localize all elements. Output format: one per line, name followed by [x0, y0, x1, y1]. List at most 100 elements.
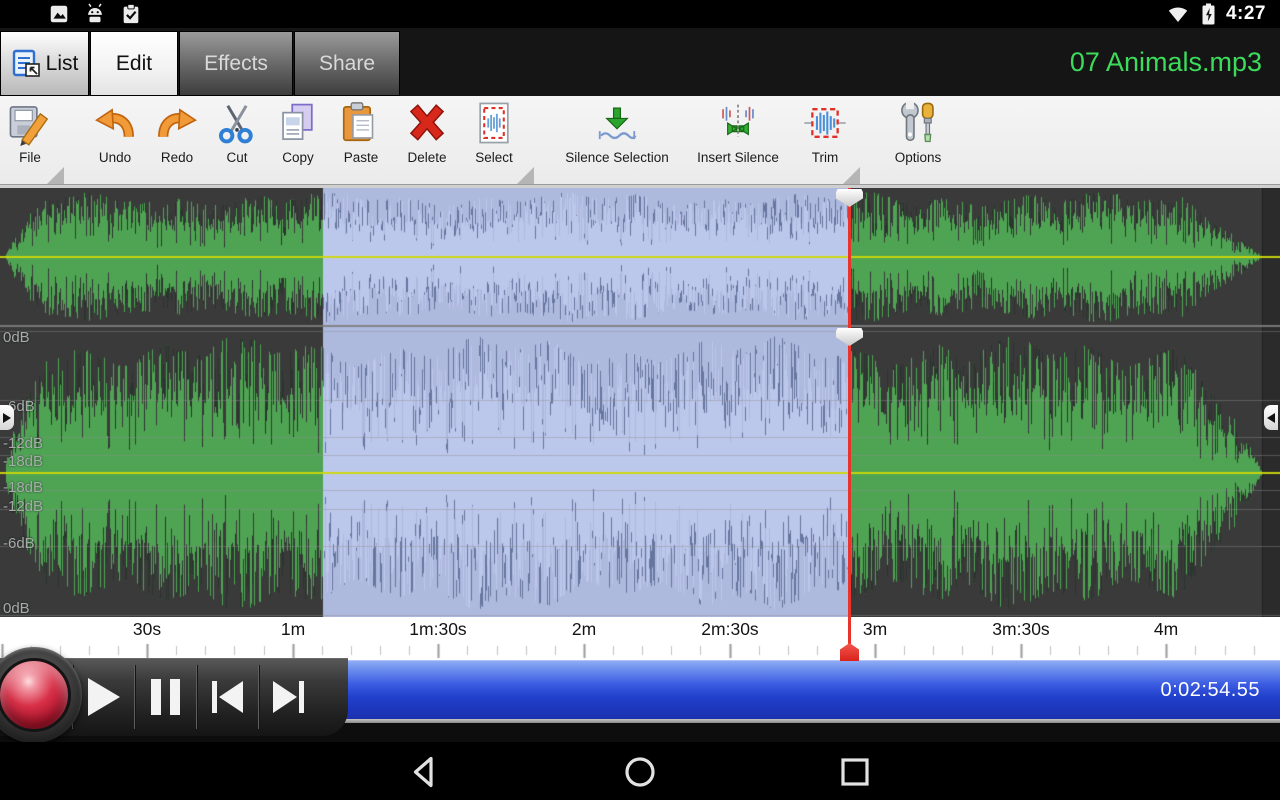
- delete-icon: [404, 100, 450, 146]
- transport-panel-edge: [300, 719, 1280, 723]
- toolbar-label: Copy: [266, 150, 330, 165]
- file-icon: [7, 100, 53, 146]
- ruler-ticks-canvas: [0, 617, 1280, 660]
- list-icon: [11, 49, 41, 79]
- pause-icon: [151, 679, 180, 715]
- tab-label: Effects: [204, 52, 268, 76]
- time-label: 2m:30s: [685, 619, 775, 640]
- time-label: 3m: [830, 619, 920, 640]
- toolbar-button-copy[interactable]: Copy: [266, 96, 330, 184]
- select-icon: [471, 100, 517, 146]
- file-title: 07 Animals.mp3: [1070, 28, 1262, 96]
- toolbar-button-options[interactable]: Options: [876, 96, 960, 184]
- db-label: 0dB: [3, 329, 30, 346]
- options-icon: [895, 100, 941, 146]
- arrow-left-icon: [1267, 413, 1275, 423]
- tab-list[interactable]: List: [0, 31, 89, 96]
- battery-charging-icon: [1200, 2, 1217, 26]
- home-button[interactable]: [620, 752, 660, 792]
- usb-debug-icon: [84, 3, 106, 25]
- redo-icon: [154, 100, 200, 146]
- android-status-bar: 4:27: [0, 0, 1280, 28]
- cut-icon: [214, 100, 260, 146]
- toolbar-label: Insert Silence: [680, 150, 796, 165]
- time-label: 1m: [248, 619, 338, 640]
- playback-cursor-line[interactable]: [848, 188, 851, 644]
- transport-controls: [0, 658, 348, 736]
- playback-time: 0:02:54.55: [1160, 661, 1260, 720]
- time-label: 4m: [1121, 619, 1211, 640]
- insert-silence-icon: [715, 100, 761, 146]
- app-screen: 4:27 List Edit Effects Share 07 Animals.…: [0, 0, 1280, 800]
- toolbar: File Undo Redo: [0, 96, 1280, 184]
- wifi-icon: [1165, 2, 1191, 26]
- tab-label: Edit: [116, 52, 152, 76]
- db-label: -12dB: [3, 435, 43, 452]
- timeline-ruler[interactable]: 30s 1m 1m:30s 2m 2m:30s 3m 3m:30s 4m: [0, 617, 1280, 660]
- toolbar-label: Paste: [329, 150, 393, 165]
- toolbar-button-cut[interactable]: Cut: [207, 96, 267, 184]
- db-label: 0dB: [3, 600, 30, 617]
- copy-icon: [275, 100, 321, 146]
- time-label: 30s: [102, 619, 192, 640]
- recents-button[interactable]: [835, 752, 875, 792]
- next-button[interactable]: [258, 661, 318, 733]
- screenshot-icon: [48, 3, 70, 25]
- db-label: -12dB: [3, 498, 43, 515]
- time-label: 1m:30s: [393, 619, 483, 640]
- waveform-canvas[interactable]: [0, 188, 1280, 617]
- skip-to-start-icon: [212, 681, 243, 713]
- toolbar-label: Select: [462, 150, 526, 165]
- tab-label: Share: [319, 52, 375, 76]
- toolbar-button-redo[interactable]: Redo: [145, 96, 209, 184]
- select-dropdown-grip[interactable]: [517, 167, 534, 184]
- status-icons-left: [48, 3, 142, 25]
- toolbar-label: Cut: [207, 150, 267, 165]
- time-label: 2m: [539, 619, 629, 640]
- status-icons-right: 4:27: [1165, 0, 1266, 28]
- toolbar-label: File: [0, 150, 60, 165]
- db-label: -18dB: [3, 479, 43, 496]
- toolbar-label: Trim: [793, 150, 857, 165]
- clipboard-check-icon: [120, 3, 142, 25]
- play-icon: [88, 678, 120, 716]
- toolbar-label: Silence Selection: [552, 150, 682, 165]
- time-label: 3m:30s: [976, 619, 1066, 640]
- transport-bar: 0:02:54.55: [0, 660, 1280, 742]
- transport-info-panel: 0:02:54.55: [300, 660, 1280, 719]
- play-button[interactable]: [74, 661, 134, 733]
- db-label: -18dB: [3, 453, 43, 470]
- toolbar-button-silence-selection[interactable]: Silence Selection: [552, 96, 682, 184]
- tab-share[interactable]: Share: [294, 31, 400, 96]
- android-nav-bar: [0, 742, 1280, 800]
- trim-dropdown-grip[interactable]: [843, 167, 860, 184]
- waveform-area[interactable]: 0dB -6dB -12dB -18dB -18dB -12dB -6dB 0d…: [0, 188, 1280, 617]
- toolbar-button-insert-silence[interactable]: Insert Silence: [680, 96, 796, 184]
- toolbar-button-delete[interactable]: Delete: [395, 96, 459, 184]
- tab-effects[interactable]: Effects: [179, 31, 293, 96]
- scroll-handle-right[interactable]: [1264, 405, 1278, 430]
- skip-to-end-icon: [273, 681, 304, 713]
- toolbar-label: Redo: [145, 150, 209, 165]
- toolbar-label: Delete: [395, 150, 459, 165]
- record-button[interactable]: [0, 658, 71, 732]
- paste-icon: [338, 100, 384, 146]
- arrow-right-icon: [3, 413, 11, 423]
- undo-icon: [92, 100, 138, 146]
- silence-selection-icon: [594, 100, 640, 146]
- tab-edit[interactable]: Edit: [90, 31, 178, 96]
- file-dropdown-grip[interactable]: [47, 167, 64, 184]
- toolbar-button-paste[interactable]: Paste: [329, 96, 393, 184]
- trim-icon: [802, 100, 848, 146]
- db-label: -6dB: [3, 535, 35, 552]
- pause-button[interactable]: [135, 661, 195, 733]
- tab-label: List: [46, 52, 79, 76]
- clock: 4:27: [1226, 3, 1266, 25]
- toolbar-label: Undo: [83, 150, 147, 165]
- previous-button[interactable]: [197, 661, 257, 733]
- tab-bar: List Edit Effects Share 07 Animals.mp3: [0, 28, 1280, 96]
- scroll-handle-left[interactable]: [0, 405, 14, 430]
- back-button[interactable]: [405, 752, 445, 792]
- toolbar-button-undo[interactable]: Undo: [83, 96, 147, 184]
- toolbar-label: Options: [876, 150, 960, 165]
